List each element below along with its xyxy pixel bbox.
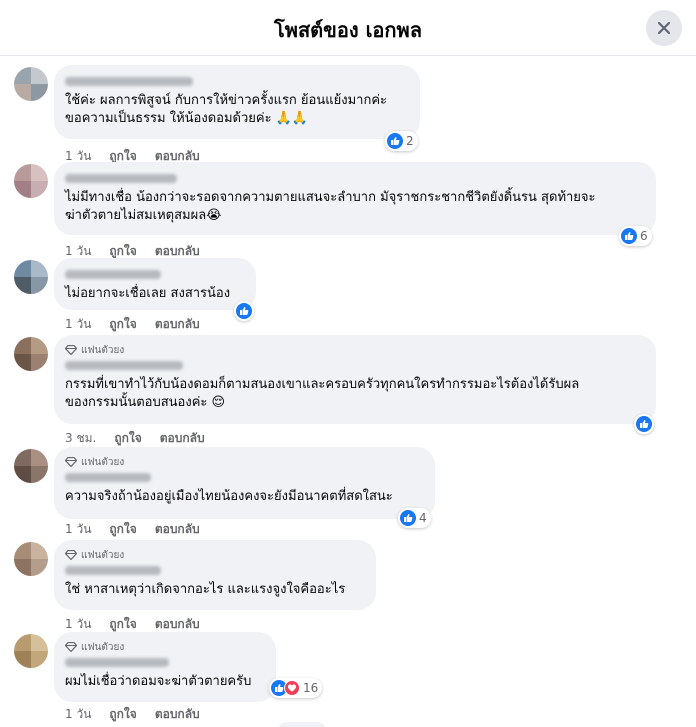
avatar[interactable]: [14, 260, 48, 294]
avatar[interactable]: [14, 164, 48, 198]
like-icon: [621, 228, 637, 244]
reaction-summary[interactable]: [234, 301, 254, 321]
diamond-icon: [65, 457, 77, 467]
comment-bubble: ไม่มีทางเชื่อ น้องกว่าจะรอดจากความตายแสน…: [54, 162, 656, 235]
reaction-summary[interactable]: 6: [619, 226, 652, 246]
fan-badge-label: แฟนตัวยง: [81, 344, 125, 356]
reaction-summary[interactable]: [634, 414, 654, 434]
commenter-name[interactable]: [65, 658, 169, 667]
comment-time[interactable]: 1 วัน: [65, 705, 91, 724]
reaction-summary[interactable]: 16: [269, 678, 323, 698]
close-icon: [657, 21, 671, 35]
comment-time[interactable]: 1 วัน: [65, 315, 91, 334]
comment-bubble: แฟนตัวยง ใช่ หาสาเหตุว่าเกิดจากอะไร และแ…: [54, 540, 376, 610]
comment-text: ไม่มีทางเชื่อ น้องกว่าจะรอดจากความตายแสน…: [65, 190, 596, 223]
comment-actions: 1 วัน ถูกใจ ตอบกลับ: [65, 315, 200, 334]
diamond-icon: [65, 642, 77, 652]
commenter-name[interactable]: [65, 270, 161, 279]
comment-bubble: ไม่อยากจะเชื่อเลย สงสารน้อง: [54, 258, 256, 310]
comment-text: ความจริงถ้าน้องอยู่เมืองไทยน้องคงจะยังมี…: [65, 489, 393, 504]
post-header: โพสต์ของ เอกพล: [0, 0, 696, 56]
like-icon: [236, 303, 252, 319]
fan-badge-label: แฟนตัวยง: [81, 641, 125, 653]
reaction-summary[interactable]: 4: [398, 508, 431, 528]
fan-badge-label: แฟนตัวยง: [81, 456, 125, 468]
top-fan-badge: แฟนตัวยง: [65, 343, 644, 357]
comment-time[interactable]: 1 วัน: [65, 520, 91, 539]
like-button[interactable]: ถูกใจ: [109, 705, 136, 724]
like-icon: [387, 133, 403, 149]
reaction-count: 6: [640, 229, 648, 243]
reply-button[interactable]: ตอบกลับ: [155, 315, 200, 334]
reaction-count: 16: [303, 681, 319, 695]
avatar[interactable]: [14, 67, 48, 101]
comment-time[interactable]: 3 ชม.: [65, 429, 96, 448]
avatar[interactable]: [14, 634, 48, 668]
top-fan-badge: แฟนตัวยง: [65, 640, 264, 654]
comment-text: กรรมที่เขาทำไว้กับน้องดอมก็ตามสนองเขาและ…: [65, 377, 580, 410]
comment-text: ผมไม่เชื่อว่าดอมจะฆ่าตัวตายครับ: [65, 674, 252, 689]
fan-badge-label: แฟนตัวยง: [81, 549, 125, 561]
commenter-name[interactable]: [65, 361, 183, 370]
reaction-count: 4: [419, 511, 427, 525]
reaction-summary[interactable]: 2: [385, 131, 418, 151]
comment-actions: 1 วัน ถูกใจ ตอบกลับ: [65, 705, 200, 724]
avatar[interactable]: [14, 337, 48, 371]
top-fan-badge: แฟนตัวยง: [65, 548, 364, 562]
comment-text: ไม่อยากจะเชื่อเลย สงสารน้อง: [65, 286, 231, 301]
reply-button[interactable]: ตอบกลับ: [160, 429, 205, 448]
next-comment-bubble: [278, 722, 326, 727]
diamond-icon: [65, 345, 77, 355]
reply-button[interactable]: ตอบกลับ: [155, 705, 200, 724]
commenter-name[interactable]: [65, 174, 177, 183]
reaction-count: 2: [406, 134, 414, 148]
avatar[interactable]: [14, 449, 48, 483]
avatar[interactable]: [14, 542, 48, 576]
love-icon: [284, 680, 300, 696]
commenter-name[interactable]: [65, 77, 193, 86]
comment-actions: 1 วัน ถูกใจ ตอบกลับ: [65, 520, 200, 539]
comment-bubble: แฟนตัวยง ผมไม่เชื่อว่าดอมจะฆ่าตัวตายครับ: [54, 632, 276, 702]
reply-button[interactable]: ตอบกลับ: [155, 520, 200, 539]
comment-bubble: แฟนตัวยง ความจริงถ้าน้องอยู่เมืองไทยน้อง…: [54, 447, 435, 519]
like-icon: [636, 416, 652, 432]
comment-actions: 3 ชม. ถูกใจ ตอบกลับ: [65, 429, 205, 448]
comment-bubble: ใช้ค่ะ ผลการพิสูจน์ กับการให้ข่าวครั้งแร…: [54, 65, 420, 139]
like-button[interactable]: ถูกใจ: [114, 429, 141, 448]
top-fan-badge: แฟนตัวยง: [65, 455, 423, 469]
comment-bubble: แฟนตัวยง กรรมที่เขาทำไว้กับน้องดอมก็ตามส…: [54, 335, 656, 424]
commenter-name[interactable]: [65, 473, 151, 482]
comment-text: ใช้ค่ะ ผลการพิสูจน์ กับการให้ข่าวครั้งแร…: [65, 93, 388, 126]
page-title: โพสต์ของ เอกพล: [274, 18, 422, 42]
comment-thread[interactable]: ใช้ค่ะ ผลการพิสูจน์ กับการให้ข่าวครั้งแร…: [0, 56, 696, 727]
like-button[interactable]: ถูกใจ: [109, 315, 136, 334]
like-icon: [400, 510, 416, 526]
commenter-name[interactable]: [65, 566, 161, 575]
close-button[interactable]: [646, 10, 682, 46]
comment-text: ใช่ หาสาเหตุว่าเกิดจากอะไร และแรงจูงใจคื…: [65, 582, 346, 597]
diamond-icon: [65, 550, 77, 560]
like-button[interactable]: ถูกใจ: [109, 520, 136, 539]
